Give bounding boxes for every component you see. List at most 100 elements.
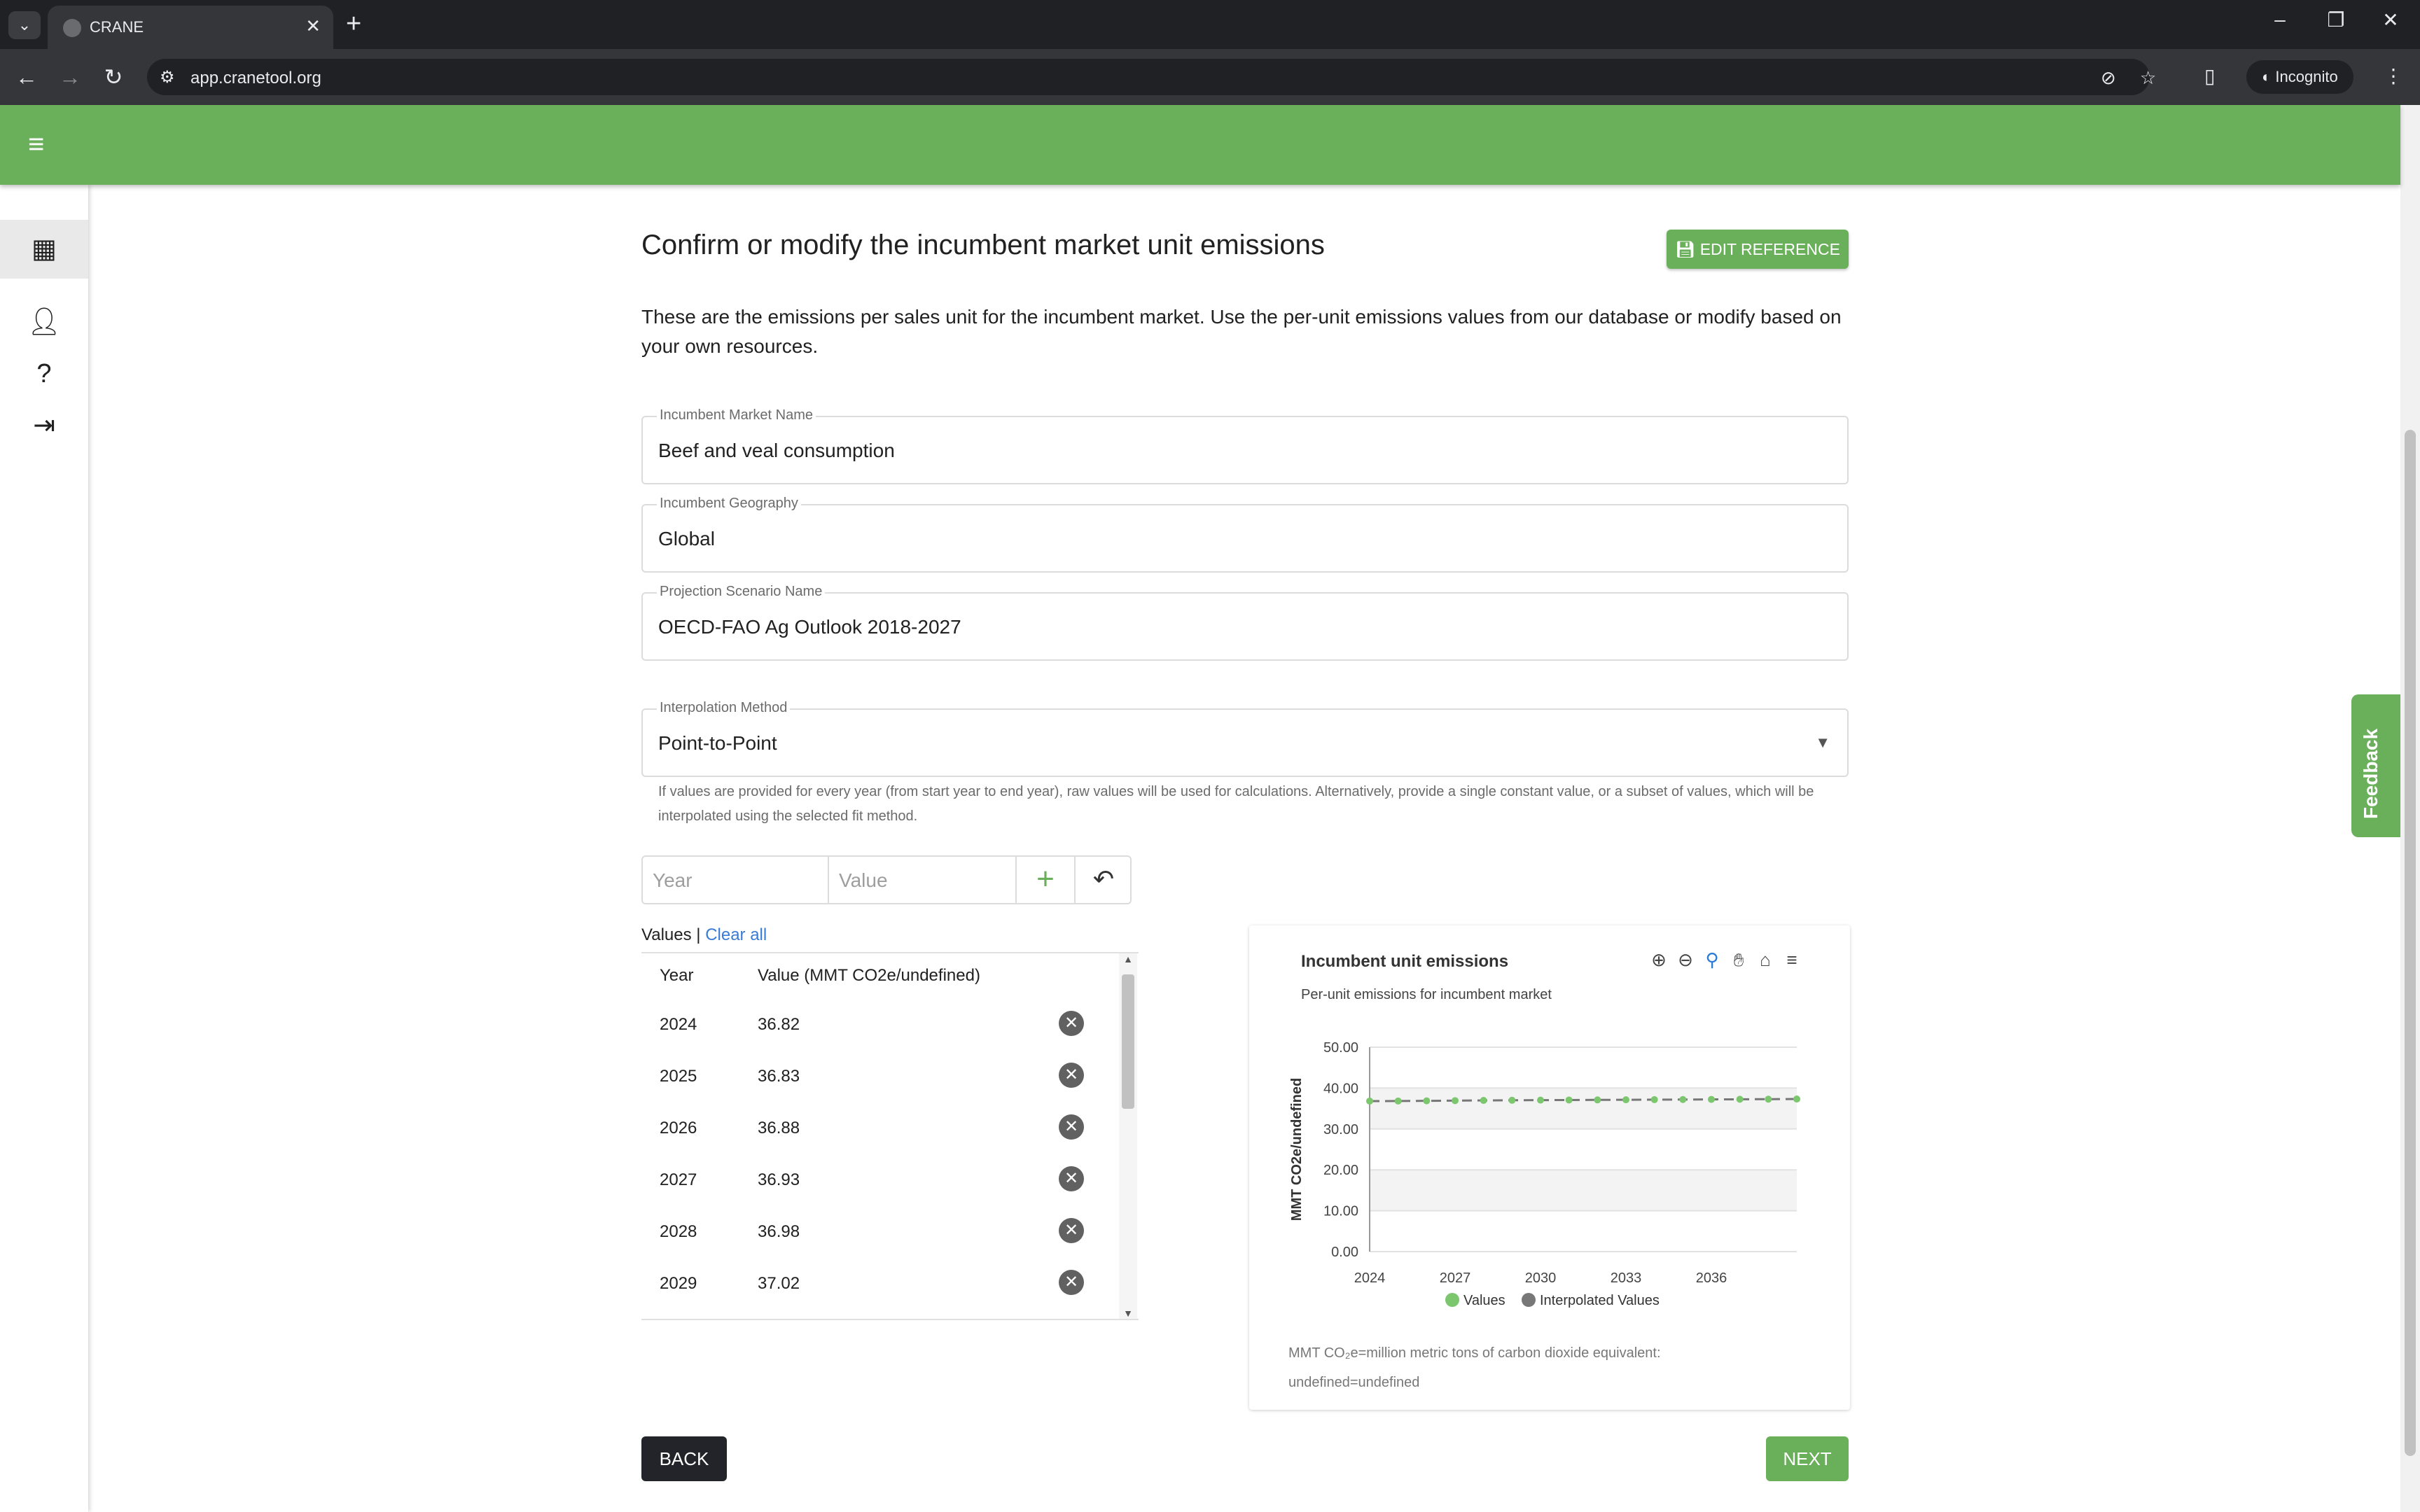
data-point (1565, 1096, 1573, 1104)
browser-tab[interactable]: CRANE ✕ (48, 6, 333, 49)
page-scrollbar-thumb[interactable] (2405, 430, 2416, 1456)
table-scrollbar-thumb[interactable] (1122, 974, 1134, 1109)
field-label: Incumbent Geography (657, 496, 801, 512)
hamburger-menu-icon[interactable]: ≡ (28, 130, 59, 158)
undo-button[interactable]: ↶ (1076, 857, 1132, 903)
incognito-icon: ◐ (2262, 68, 2276, 85)
incumbent-geography-field[interactable]: Incumbent Geography Global (641, 496, 1849, 573)
incognito-badge[interactable]: ◐ Incognito (2246, 60, 2353, 94)
remove-row-icon[interactable]: ✕ (1059, 1063, 1084, 1088)
pan-hand-icon[interactable]: ✋︎ (1725, 949, 1752, 972)
zoom-out-icon[interactable]: ⊖ (1672, 949, 1699, 971)
add-value-button[interactable]: + (1017, 857, 1076, 903)
tracking-protection-icon[interactable]: ⊘ (2101, 67, 2116, 89)
chart-menu-icon[interactable]: ≡ (1779, 949, 1805, 971)
feedback-button[interactable]: Feedback (2351, 694, 2400, 837)
data-point (1366, 1097, 1373, 1105)
y-tick-label: 0.00 (1331, 1245, 1358, 1260)
field-value[interactable]: Beef and veal consumption (658, 440, 895, 462)
close-tab-icon[interactable]: ✕ (305, 15, 321, 37)
select-value[interactable]: Point-to-Point (658, 732, 777, 755)
window-close-icon[interactable]: ✕ (2370, 8, 2412, 31)
address-bar[interactable]: ⚙ app.cranetool.org ⊘ ☆ (147, 59, 2156, 95)
logout-icon[interactable]: ⇥ (0, 396, 88, 455)
legend-label: Interpolated Values (1540, 1293, 1660, 1308)
reset-home-icon[interactable]: ⌂ (1752, 949, 1779, 971)
chart-subtitle: Per-unit emissions for incumbent market (1301, 987, 1552, 1002)
data-point (1622, 1096, 1629, 1104)
legend-label: Values (1463, 1293, 1505, 1308)
table-icon[interactable]: ▦ (0, 220, 88, 279)
field-label: Interpolation Method (657, 700, 791, 716)
projection-scenario-name-field[interactable]: Projection Scenario Name OECD-FAO Ag Out… (641, 584, 1849, 661)
restore-icon[interactable]: ❐ (2315, 8, 2357, 31)
zoom-select-icon[interactable]: ⚲ (1699, 949, 1725, 971)
save-icon: 💾︎ (1675, 240, 1700, 258)
scroll-down-icon[interactable]: ▼ (1119, 1308, 1137, 1319)
new-tab-button[interactable]: + (346, 10, 361, 38)
edit-reference-button[interactable]: 💾︎ EDIT REFERENCE (1667, 230, 1849, 269)
field-value[interactable]: Global (658, 528, 715, 550)
chart-band (1370, 1170, 1797, 1211)
data-point (1650, 1096, 1658, 1103)
field-value[interactable]: OECD-FAO Ag Outlook 2018-2027 (658, 616, 961, 638)
browser-menu-icon[interactable]: ⋮ (2384, 64, 2403, 88)
caret-down-icon[interactable]: ▼ (1815, 734, 1830, 752)
help-icon[interactable]: ? (0, 344, 88, 403)
table-scrollbar[interactable]: ▲ ▼ (1119, 953, 1137, 1319)
y-tick-label: 40.00 (1323, 1081, 1358, 1096)
year-input[interactable]: Year (643, 857, 829, 903)
row-year: 2028 (660, 1222, 697, 1241)
minimize-icon[interactable]: – (2259, 8, 2301, 31)
back-button[interactable]: BACK (641, 1436, 727, 1481)
remove-row-icon[interactable]: ✕ (1059, 1166, 1084, 1191)
table-row: 2025 36.83 ✕ (641, 1050, 1118, 1102)
interpolation-method-select[interactable]: Interpolation Method Point-to-Point ▼ (641, 700, 1849, 777)
forward-arrow-icon[interactable]: → (55, 63, 85, 91)
data-point (1452, 1097, 1459, 1105)
bookmark-star-icon[interactable]: ☆ (2140, 67, 2156, 89)
values-separator: | (691, 925, 706, 944)
interpolation-help-text: If values are provided for every year (f… (658, 784, 1814, 824)
remove-row-icon[interactable]: ✕ (1059, 1218, 1084, 1243)
person-icon[interactable]: 👤︎ (0, 293, 88, 351)
tab-search-button[interactable]: ⌄ (8, 11, 41, 39)
data-point (1394, 1097, 1402, 1105)
row-year: 2024 (660, 1015, 697, 1034)
next-button[interactable]: NEXT (1766, 1436, 1849, 1481)
y-tick-label: 50.00 (1323, 1040, 1358, 1056)
column-header-value: Value (MMT CO2e/undefined) (758, 966, 980, 985)
incumbent-market-name-field[interactable]: Incumbent Market Name Beef and veal cons… (641, 407, 1849, 484)
remove-row-icon[interactable]: ✕ (1059, 1270, 1084, 1295)
clear-all-link[interactable]: Clear all (705, 925, 767, 944)
plus-icon: + (1036, 862, 1055, 896)
x-tick-label: 2024 (1354, 1270, 1386, 1286)
sidebar: ▦ 👤︎ ? ⇥ (0, 185, 88, 1512)
url-text[interactable]: app.cranetool.org (190, 69, 321, 88)
scroll-up-icon[interactable]: ▲ (1119, 953, 1137, 965)
table-row: 2026 36.88 ✕ (641, 1102, 1118, 1154)
reload-icon[interactable]: ↻ (98, 63, 129, 91)
back-arrow-icon[interactable]: ← (11, 63, 42, 91)
values-label: Values (641, 925, 692, 944)
favicon-icon (63, 19, 81, 37)
row-value: 36.88 (758, 1119, 800, 1138)
value-input[interactable]: Value (829, 857, 1017, 903)
page-scrollbar[interactable] (2400, 105, 2420, 1512)
site-info-icon[interactable]: ⚙ (160, 67, 175, 88)
row-value: 37.02 (758, 1274, 800, 1293)
y-tick-label: 20.00 (1323, 1163, 1358, 1178)
data-point (1480, 1097, 1487, 1105)
incognito-label: Incognito (2275, 68, 2338, 85)
zoom-in-icon[interactable]: ⊕ (1646, 949, 1672, 971)
chart-footnote: MMT CO₂e=million metric tons of carbon d… (1288, 1338, 1779, 1397)
tab-title: CRANE (90, 18, 144, 36)
x-tick-label: 2036 (1696, 1270, 1727, 1286)
data-point (1708, 1096, 1715, 1103)
data-point (1765, 1096, 1772, 1103)
chart-note-line: undefined=undefined (1288, 1375, 1420, 1390)
page-title: Confirm or modify the incumbent market u… (641, 230, 1325, 260)
remove-row-icon[interactable]: ✕ (1059, 1114, 1084, 1140)
side-panel-icon[interactable]: ▯ (2204, 64, 2215, 88)
remove-row-icon[interactable]: ✕ (1059, 1011, 1084, 1036)
